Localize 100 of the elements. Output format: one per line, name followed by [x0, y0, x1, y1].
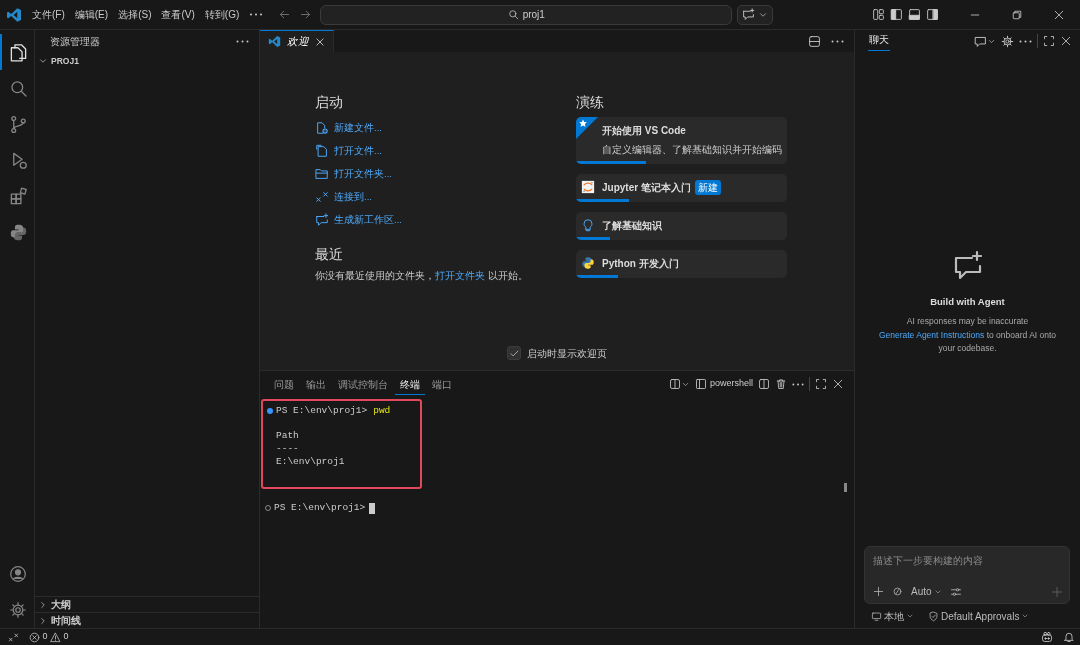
action-link[interactable]: 连接到...: [334, 190, 372, 205]
chat-icon: [742, 8, 756, 21]
sidebar-title: 资源管理器: [50, 34, 100, 49]
settings-icon[interactable]: [1001, 34, 1014, 48]
layout-icon[interactable]: [872, 8, 885, 21]
chat-sparkle-icon: [315, 213, 329, 228]
menu-item[interactable]: 查看(V): [156, 7, 200, 22]
remote-icon: [8, 631, 19, 643]
walkthrough-card[interactable]: 了解基础知识: [576, 212, 787, 241]
menu-item[interactable]: 转到(G): [199, 7, 245, 22]
checkbox-label: 启动时显示欢迎页: [527, 346, 607, 361]
back-arrow-icon[interactable]: [278, 8, 292, 21]
remote-icon: [315, 190, 329, 205]
action-link[interactable]: 生成新工作区...: [334, 213, 402, 228]
walkthrough-title: Jupyter 笔记本入门: [602, 181, 691, 196]
chat-tab[interactable]: 聊天: [868, 31, 890, 51]
lightbulb-icon: [581, 218, 595, 233]
bell-icon[interactable]: [1063, 631, 1075, 643]
close-icon[interactable]: [1053, 8, 1065, 21]
settings-icon: [9, 601, 27, 619]
error-count[interactable]: 0: [42, 630, 48, 644]
panel-toggle-icon[interactable]: [908, 8, 921, 21]
more-icon[interactable]: [792, 382, 804, 386]
more-icon[interactable]: [1019, 39, 1032, 43]
disclaimer-text: AI responses may be inaccurate: [905, 315, 1030, 329]
maximize-icon[interactable]: [1043, 35, 1055, 47]
section-heading: 最近: [315, 245, 344, 263]
star-corner-icon: [576, 116, 598, 139]
section-heading: 演练: [576, 94, 605, 111]
panel-tab[interactable]: 终端: [395, 373, 425, 395]
empty-state-title: Build with Agent: [930, 295, 1005, 309]
walkthrough-card[interactable]: 开始使用 VS Code 自定义编辑器、了解基础知识并开始编码: [576, 116, 787, 165]
terminal-instance[interactable]: powershell: [695, 377, 753, 391]
checkbox[interactable]: [507, 346, 521, 360]
terminal-output: Path: [276, 430, 299, 444]
terminal-command: pwd: [373, 405, 391, 418]
action-link[interactable]: 打开文件...: [334, 144, 382, 159]
recent-message: 你没有最近使用的文件夹，打开文件夹 以开始。: [315, 268, 519, 283]
mode-dropdown[interactable]: Auto: [911, 584, 942, 599]
close-icon[interactable]: [1060, 35, 1072, 47]
more-icon: [249, 13, 264, 16]
walkthrough-title: 了解基础知识: [602, 219, 662, 234]
caret-icon: [1021, 612, 1030, 620]
folder-icon: [315, 167, 329, 182]
panel-tab[interactable]: 调试控制台: [333, 373, 393, 395]
warning-icon[interactable]: [50, 631, 61, 643]
chat-menu-button[interactable]: [737, 4, 774, 25]
generate-instructions-link[interactable]: Generate Agent Instructions: [878, 329, 985, 340]
copilot-icon[interactable]: [1041, 631, 1053, 643]
split-panel-icon: [669, 378, 682, 390]
walkthrough-title: 开始使用 VS Code: [602, 123, 686, 138]
secondary-sidebar-toggle-icon[interactable]: [926, 8, 939, 21]
forward-arrow-icon[interactable]: [299, 8, 313, 21]
scrollbar[interactable]: [844, 483, 847, 492]
open-folder-link[interactable]: 打开文件夹: [435, 269, 485, 281]
vscode-logo: [268, 35, 281, 48]
section-header[interactable]: 大纲: [35, 596, 259, 612]
panel-tab[interactable]: 端口: [427, 373, 457, 395]
new-terminal-button[interactable]: [669, 378, 691, 390]
split-terminal-icon[interactable]: [758, 378, 770, 390]
folder-header[interactable]: PROJ1: [35, 52, 259, 70]
more-icon[interactable]: [831, 39, 844, 43]
walkthrough-card[interactable]: Jupyter 笔记本入门 新建: [576, 174, 787, 203]
more-menu-button[interactable]: [249, 13, 264, 16]
restore-icon[interactable]: [1011, 8, 1023, 21]
terminal-prompt: PS E:\env\proj1>: [274, 501, 366, 515]
trash-icon[interactable]: [775, 378, 787, 390]
warning-count[interactable]: 0: [63, 630, 69, 644]
vscode-logo: [6, 6, 22, 23]
menu-item[interactable]: 编辑(E): [69, 7, 114, 22]
new-chat-button[interactable]: [974, 34, 996, 48]
maximize-icon[interactable]: [815, 378, 827, 390]
walkthrough-card[interactable]: Python 开发入门: [576, 250, 787, 279]
approvals-dropdown[interactable]: Default Approvals: [928, 608, 1030, 624]
panel-tab[interactable]: 输出: [301, 373, 331, 395]
more-icon[interactable]: [236, 39, 249, 43]
editor-tab[interactable]: 欢迎: [260, 30, 334, 52]
action-link[interactable]: 新建文件...: [334, 121, 382, 136]
add-icon[interactable]: [873, 586, 884, 597]
monitor-icon: [871, 610, 882, 622]
shield-icon: [928, 610, 939, 622]
sidebar-toggle-icon[interactable]: [890, 8, 903, 21]
source-control-icon: [8, 114, 28, 134]
extensions-icon: [8, 186, 28, 206]
location-dropdown[interactable]: 本地: [871, 608, 914, 624]
tools-icon[interactable]: [949, 585, 962, 598]
error-icon[interactable]: [29, 631, 40, 643]
split-editor-icon[interactable]: [808, 34, 821, 48]
caret-icon: [906, 612, 914, 620]
action-link[interactable]: 打开文件夹...: [334, 167, 392, 182]
menu-item[interactable]: 选择(S): [113, 7, 157, 22]
onboard-message: Generate Agent Instructions to onboard AI onto your codebase.: [877, 328, 1058, 356]
panel-tab[interactable]: 问题: [269, 373, 299, 395]
close-icon[interactable]: [315, 36, 325, 47]
search-icon: [507, 9, 519, 20]
menu-item[interactable]: 文件(F): [27, 7, 70, 22]
python-logo: [581, 256, 595, 271]
close-icon[interactable]: [832, 378, 844, 390]
command-center[interactable]: proj1: [320, 4, 733, 25]
section-heading: 启动: [315, 94, 344, 111]
